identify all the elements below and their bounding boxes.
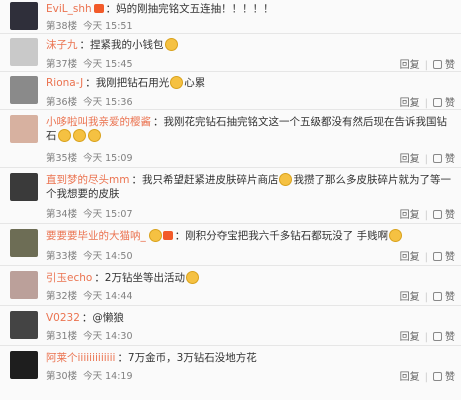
reply-button[interactable]: 回复 xyxy=(400,60,420,71)
avatar[interactable] xyxy=(10,311,38,339)
like-icon[interactable] xyxy=(433,210,442,219)
comment-item: Riona-J ：我刚把钻石用光 心累 第36楼 今天 15:36 回复 | 赞 xyxy=(0,72,461,110)
comment-time: 今天 14:30 xyxy=(83,331,133,342)
like-icon[interactable] xyxy=(433,292,442,301)
comment-username[interactable]: 沫子九 xyxy=(46,39,78,51)
comment-username[interactable]: Riona-J xyxy=(46,77,83,89)
floor-number: 第34楼 xyxy=(46,209,78,220)
comment-item: V0232 ：@懒狼 第31楼 今天 14:30 回复 | 赞 xyxy=(0,306,461,346)
floor-number: 第36楼 xyxy=(46,97,78,108)
like-icon[interactable] xyxy=(433,60,442,69)
comment-time: 今天 14:19 xyxy=(83,371,133,382)
comment-time: 今天 14:50 xyxy=(83,251,133,262)
comment-text: ：我刚把钻石用光 xyxy=(85,77,170,89)
comment-text: ：妈的刚抽完铭文五连抽！！！！！ xyxy=(105,3,274,15)
comment-text: ：@懒狼 xyxy=(81,312,124,324)
emoji-icon xyxy=(164,38,178,51)
like-button[interactable]: 赞 xyxy=(445,292,455,303)
avatar[interactable] xyxy=(10,2,38,30)
avatar[interactable] xyxy=(10,173,38,201)
comment-time: 今天 15:36 xyxy=(83,97,133,108)
comment-text-cont: 心累 xyxy=(184,77,206,89)
reply-button[interactable]: 回复 xyxy=(400,372,420,383)
floor-number: 第33楼 xyxy=(46,251,78,262)
comment-text: ：7万金币，3万钻石没地方花 xyxy=(117,352,257,364)
like-button[interactable]: 赞 xyxy=(445,60,455,71)
like-button[interactable]: 赞 xyxy=(445,98,455,109)
comment-text: ：刚积分夺宝把我六千多钻石都玩没了 手贱啊 xyxy=(174,230,389,242)
floor-number: 第30楼 xyxy=(46,371,78,382)
like-button[interactable]: 赞 xyxy=(445,252,455,263)
comment-time: 今天 15:07 xyxy=(83,209,133,220)
comment-item: 引玉echo ：2万钻坐等出活动 第32楼 今天 14:44 回复 | 赞 xyxy=(0,266,461,306)
comment-username[interactable]: EviL_shh xyxy=(46,3,92,15)
comment-username[interactable]: 直到梦的尽头mm xyxy=(46,174,129,186)
comment-item: 直到梦的尽头mm ：我只希望赶紧进皮肤碎片商店 我攒了那么多皮肤碎片就为了等一个我想… xyxy=(0,168,461,224)
emoji-icon xyxy=(57,129,71,142)
comment-username[interactable]: 阿莱个iiiiiiiiiiiii xyxy=(46,352,115,364)
comment-item: 沫子九 ：捏紧我的小钱包 第37楼 今天 15:45 回复 | 赞 xyxy=(0,34,461,72)
comment-text: ：我只希望赶紧进皮肤碎片商店 xyxy=(131,174,279,186)
reply-button[interactable]: 回复 xyxy=(400,292,420,303)
emoji-icon xyxy=(87,129,101,142)
comment-username[interactable]: 要要要毕业的大猫呐_ xyxy=(46,230,146,242)
like-icon[interactable] xyxy=(433,332,442,341)
like-icon[interactable] xyxy=(433,252,442,261)
comment-username[interactable]: 引玉echo xyxy=(46,272,92,284)
comment-item: 阿莱个iiiiiiiiiiiii ：7万金币，3万钻石没地方花 第30楼 今天 14… xyxy=(0,346,461,400)
like-icon[interactable] xyxy=(433,154,442,163)
comment-item: EviL_shh ：妈的刚抽完铭文五连抽！！！！！ 第38楼 今天 15:51 xyxy=(0,0,461,34)
reply-button[interactable]: 回复 xyxy=(400,98,420,109)
comment-text: ：2万钻坐等出活动 xyxy=(94,272,185,284)
floor-number: 第35楼 xyxy=(46,153,78,164)
like-button[interactable]: 赞 xyxy=(445,210,455,221)
emoji-icon xyxy=(186,271,199,284)
emoji-icon xyxy=(279,173,293,186)
floor-number: 第38楼 xyxy=(46,21,78,32)
like-button[interactable]: 赞 xyxy=(445,332,455,343)
vip-badge-icon xyxy=(93,4,104,13)
floor-number: 第37楼 xyxy=(46,59,78,70)
avatar[interactable] xyxy=(10,229,38,257)
avatar[interactable] xyxy=(10,38,38,66)
emoji-icon xyxy=(148,229,162,242)
emoji-icon xyxy=(389,229,403,242)
reply-button[interactable]: 回复 xyxy=(400,332,420,343)
floor-number: 第32楼 xyxy=(46,291,78,302)
avatar[interactable] xyxy=(10,76,38,104)
like-icon[interactable] xyxy=(433,372,442,381)
comment-time: 今天 14:44 xyxy=(83,291,133,302)
avatar[interactable] xyxy=(10,351,38,379)
avatar[interactable] xyxy=(10,271,38,299)
reply-button[interactable]: 回复 xyxy=(400,154,420,165)
comment-time: 今天 15:51 xyxy=(83,21,133,32)
comment-list: EviL_shh ：妈的刚抽完铭文五连抽！！！！！ 第38楼 今天 15:51 沫子… xyxy=(0,0,461,400)
vip-badge-icon xyxy=(162,231,173,240)
avatar[interactable] xyxy=(10,115,38,143)
like-button[interactable]: 赞 xyxy=(445,154,455,165)
reply-button[interactable]: 回复 xyxy=(400,210,420,221)
comment-time: 今天 15:45 xyxy=(83,59,133,70)
comment-username[interactable]: 小哆啦叫我亲爱的樱酱 xyxy=(46,116,151,128)
like-icon[interactable] xyxy=(433,98,442,107)
comment-item: 小哆啦叫我亲爱的樱酱 ：我刚花完钻石抽完铭文这一个五级都没有然后现在告诉我国钻石 … xyxy=(0,110,461,168)
comment-username[interactable]: V0232 xyxy=(46,312,80,324)
floor-number: 第31楼 xyxy=(46,331,78,342)
comment-text: ：捏紧我的小钱包 xyxy=(79,39,164,51)
reply-button[interactable]: 回复 xyxy=(400,252,420,263)
comment-item: 要要要毕业的大猫呐_ ：刚积分夺宝把我六千多钻石都玩没了 手贱啊 第33楼 今天 1… xyxy=(0,224,461,266)
like-button[interactable]: 赞 xyxy=(445,372,455,383)
emoji-icon xyxy=(170,76,184,89)
emoji-icon xyxy=(72,129,86,142)
comment-time: 今天 15:09 xyxy=(83,153,133,164)
